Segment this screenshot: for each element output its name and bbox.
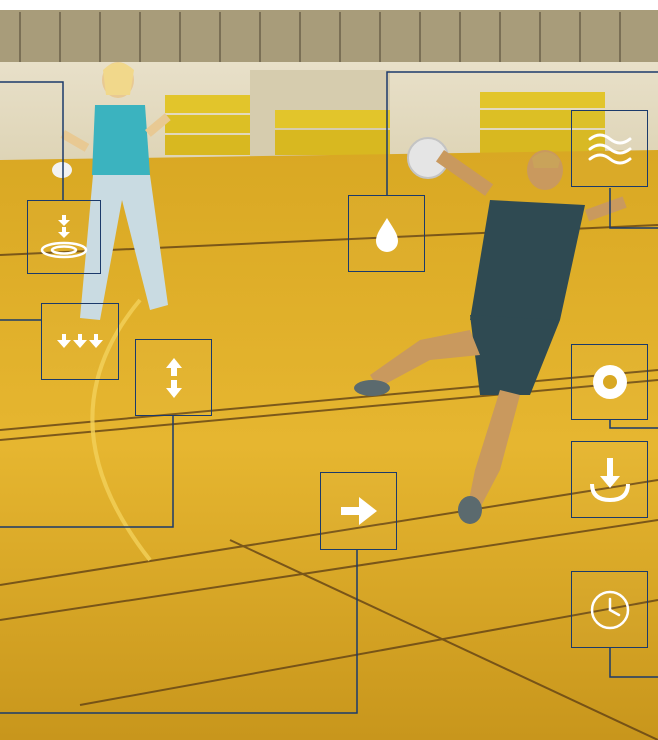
up-down-arrows-box [135,339,212,416]
wind-waves-box [571,110,648,187]
triple-down-arrows-box [41,303,119,380]
landing-target-icon [40,215,88,259]
circle-target-icon [592,365,627,399]
up-down-arrows-icon [165,357,182,398]
down-arrow-cup-icon [589,457,630,502]
down-arrow-cup-box [571,441,648,518]
annotated-photo [0,0,658,740]
wind-waves-icon [588,133,631,164]
right-arrow-box [320,472,397,550]
landing-target-box [27,200,101,274]
circle-target-box [571,344,648,420]
water-drop-box [348,195,425,272]
clock-box [571,571,648,648]
right-arrow-icon [340,497,377,525]
triple-down-arrows-icon [57,333,103,348]
water-drop-icon [375,217,398,252]
clock-icon [590,590,629,629]
